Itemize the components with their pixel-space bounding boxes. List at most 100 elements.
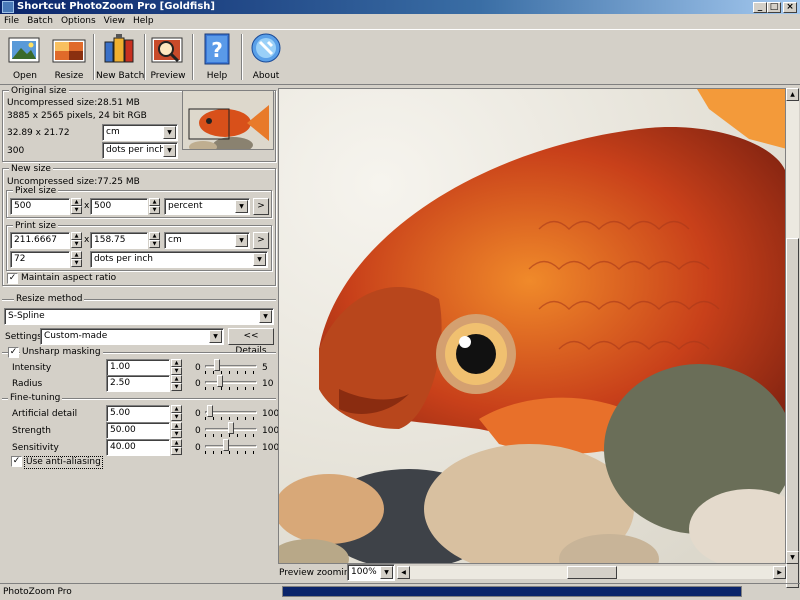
artificial-detail-slider[interactable] xyxy=(205,405,257,421)
details-button[interactable]: << Details xyxy=(228,328,274,356)
slider-thumb[interactable] xyxy=(228,422,234,434)
spin-down-icon[interactable]: ▼ xyxy=(71,240,82,248)
anti-aliasing-checkbox[interactable]: ✓ xyxy=(11,456,22,467)
radius-slider[interactable] xyxy=(205,375,257,391)
intensity-slider[interactable] xyxy=(205,359,257,375)
menu-file[interactable]: File xyxy=(0,14,23,28)
unsharp-masking-label[interactable]: Unsharp masking xyxy=(20,347,103,357)
slider-thumb[interactable] xyxy=(214,359,220,371)
radius-spinner[interactable]: ▲ ▼ xyxy=(171,375,182,392)
print-resolution-unit-select[interactable]: dots per inch ▼ xyxy=(90,251,268,268)
spin-down-icon[interactable]: ▼ xyxy=(171,430,182,438)
radius-input[interactable]: 2.50 xyxy=(106,375,170,392)
minimize-button[interactable]: _ xyxy=(753,2,767,13)
spin-down-icon[interactable]: ▼ xyxy=(71,206,82,214)
title-bar[interactable]: Shortcut PhotoZoom Pro [Goldfish] xyxy=(0,0,800,14)
pixel-width-input[interactable]: 500 xyxy=(10,198,70,215)
print-width-input[interactable]: 211.6667 xyxy=(10,232,70,249)
maintain-aspect-label[interactable]: Maintain aspect ratio xyxy=(21,273,116,284)
print-size-arrow-button[interactable]: > xyxy=(253,232,269,249)
slider-thumb[interactable] xyxy=(207,405,213,417)
artificial-detail-input[interactable]: 5.00 xyxy=(106,405,170,422)
spin-up-icon[interactable]: ▲ xyxy=(171,422,182,430)
spin-up-icon[interactable]: ▲ xyxy=(71,251,82,259)
slider-thumb[interactable] xyxy=(223,439,229,451)
vertical-scroll-thumb[interactable] xyxy=(786,238,799,588)
resize-method-select[interactable]: S-Spline ▼ xyxy=(4,308,274,325)
menu-options[interactable]: Options xyxy=(57,14,100,28)
spin-down-icon[interactable]: ▼ xyxy=(171,383,182,391)
settings-select[interactable]: Custom-made ▼ xyxy=(40,328,224,345)
pixel-width-spinner[interactable]: ▲ ▼ xyxy=(71,198,82,215)
resize-button[interactable]: Resize xyxy=(48,32,90,84)
scroll-right-icon[interactable]: ▶ xyxy=(773,566,786,579)
pixel-height-input[interactable]: 500 xyxy=(90,198,148,215)
intensity-spinner[interactable]: ▲ ▼ xyxy=(171,359,182,376)
about-button[interactable]: About xyxy=(245,32,287,84)
spin-down-icon[interactable]: ▼ xyxy=(171,447,182,455)
app-icon[interactable] xyxy=(2,1,14,13)
print-resolution-input[interactable]: 72 xyxy=(10,251,70,268)
chevron-down-icon[interactable]: ▼ xyxy=(163,126,176,139)
spin-down-icon[interactable]: ▼ xyxy=(149,206,160,214)
spin-up-icon[interactable]: ▲ xyxy=(171,375,182,383)
scroll-up-icon[interactable]: ▲ xyxy=(786,88,799,101)
menu-view[interactable]: View xyxy=(100,14,129,28)
preview-zoom-select[interactable]: 100% ▼ xyxy=(347,564,395,581)
horizontal-scroll-thumb[interactable] xyxy=(567,566,617,579)
spin-up-icon[interactable]: ▲ xyxy=(71,198,82,206)
close-button[interactable]: × xyxy=(783,2,797,13)
chevron-down-icon[interactable]: ▼ xyxy=(163,144,176,157)
pixel-unit-select[interactable]: percent ▼ xyxy=(164,198,250,215)
intensity-input[interactable]: 1.00 xyxy=(106,359,170,376)
strength-spinner[interactable]: ▲ ▼ xyxy=(171,422,182,439)
sensitivity-spinner[interactable]: ▲ ▼ xyxy=(171,439,182,456)
spin-up-icon[interactable]: ▲ xyxy=(149,232,160,240)
vertical-scrollbar[interactable]: ▲ ▼ xyxy=(786,88,799,588)
preview-pane[interactable] xyxy=(278,88,786,564)
maintain-aspect-checkbox[interactable]: ✓ xyxy=(7,273,18,284)
unsharp-masking-checkbox[interactable]: ✓ xyxy=(8,347,19,358)
spin-up-icon[interactable]: ▲ xyxy=(171,405,182,413)
chevron-down-icon[interactable]: ▼ xyxy=(235,200,248,213)
spin-down-icon[interactable]: ▼ xyxy=(171,413,182,421)
spin-up-icon[interactable]: ▲ xyxy=(171,359,182,367)
sensitivity-input[interactable]: 40.00 xyxy=(106,439,170,456)
print-height-spinner[interactable]: ▲ ▼ xyxy=(149,232,160,249)
print-unit-select[interactable]: cm ▼ xyxy=(164,232,250,249)
original-resolution-unit-select[interactable]: dots per inch ▼ xyxy=(102,142,178,159)
print-resolution-spinner[interactable]: ▲ ▼ xyxy=(71,251,82,268)
original-unit-select[interactable]: cm ▼ xyxy=(102,124,178,141)
spin-down-icon[interactable]: ▼ xyxy=(171,367,182,375)
chevron-down-icon[interactable]: ▼ xyxy=(209,330,222,343)
spin-up-icon[interactable]: ▲ xyxy=(149,198,160,206)
sensitivity-slider[interactable] xyxy=(205,439,257,455)
scroll-down-icon[interactable]: ▼ xyxy=(786,551,799,564)
chevron-down-icon[interactable]: ▼ xyxy=(235,234,248,247)
chevron-down-icon[interactable]: ▼ xyxy=(259,310,272,323)
print-width-spinner[interactable]: ▲ ▼ xyxy=(71,232,82,249)
spin-up-icon[interactable]: ▲ xyxy=(171,439,182,447)
spin-down-icon[interactable]: ▼ xyxy=(149,240,160,248)
slider-thumb[interactable] xyxy=(217,375,223,387)
strength-slider[interactable] xyxy=(205,422,257,438)
new-batch-button[interactable]: New Batch xyxy=(96,32,144,84)
spin-down-icon[interactable]: ▼ xyxy=(71,259,82,267)
strength-input[interactable]: 50.00 xyxy=(106,422,170,439)
chevron-down-icon[interactable]: ▼ xyxy=(380,566,393,579)
original-thumbnail[interactable] xyxy=(182,90,274,150)
print-height-input[interactable]: 158.75 xyxy=(90,232,148,249)
chevron-down-icon[interactable]: ▼ xyxy=(253,253,266,266)
help-button[interactable]: ? Help xyxy=(196,32,238,84)
pixel-height-spinner[interactable]: ▲ ▼ xyxy=(149,198,160,215)
artificial-detail-spinner[interactable]: ▲ ▼ xyxy=(171,405,182,422)
scroll-left-icon[interactable]: ◀ xyxy=(397,566,410,579)
menu-batch[interactable]: Batch xyxy=(23,14,57,28)
pixel-size-arrow-button[interactable]: > xyxy=(253,198,269,215)
menu-help[interactable]: Help xyxy=(129,14,158,28)
maximize-button[interactable]: □ xyxy=(767,2,781,13)
spin-up-icon[interactable]: ▲ xyxy=(71,232,82,240)
horizontal-scrollbar[interactable]: ◀ ▶ xyxy=(397,566,786,579)
anti-aliasing-label[interactable]: Use anti-aliasing xyxy=(24,456,103,469)
preview-button[interactable]: Preview xyxy=(147,32,189,84)
